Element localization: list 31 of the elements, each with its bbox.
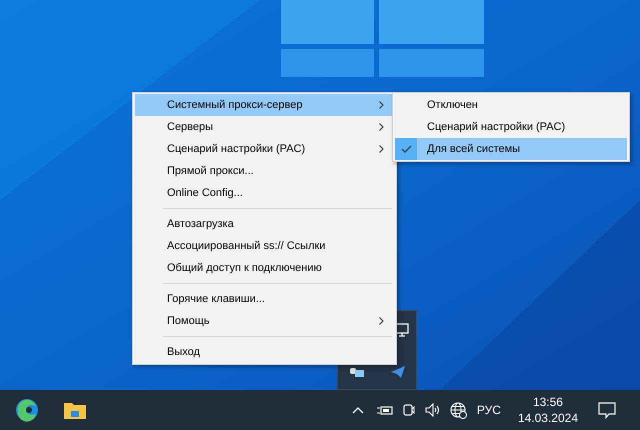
- globe-icon[interactable]: [450, 402, 467, 418]
- clock-time: 13:56: [532, 394, 563, 410]
- webcam-icon[interactable]: [402, 402, 415, 418]
- menu-item[interactable]: Online Config...: [135, 182, 394, 204]
- clock[interactable]: 13:56 14.03.2024: [518, 394, 578, 426]
- menu-item[interactable]: Ассоциированный ss:// Ссылки: [135, 235, 394, 257]
- language-indicator[interactable]: РУС: [476, 401, 501, 419]
- menu-item[interactable]: Отключен: [395, 94, 627, 116]
- notification-icon[interactable]: [598, 402, 616, 418]
- menu-item[interactable]: Общий доступ к подключению: [135, 257, 394, 279]
- menu-item[interactable]: Для всей системы: [395, 138, 627, 160]
- chevron-right-icon: [379, 123, 384, 131]
- menu-item[interactable]: Горячие клавиши...: [135, 288, 394, 310]
- paper-plane-icon[interactable]: [390, 365, 406, 379]
- chevron-up-icon[interactable]: [352, 406, 364, 414]
- folder-icon[interactable]: [63, 400, 87, 420]
- chevron-right-icon: [379, 145, 384, 153]
- menu-item[interactable]: Помощь: [135, 310, 394, 332]
- chevron-right-icon: [379, 101, 384, 109]
- menu-item[interactable]: Серверы: [135, 116, 394, 138]
- menu-item[interactable]: Сценарий настройки (PAC): [395, 116, 627, 138]
- menu-item[interactable]: Системный прокси-сервер: [135, 94, 394, 116]
- clock-date: 14.03.2024: [518, 410, 578, 426]
- menu-item[interactable]: Прямой прокси...: [135, 160, 394, 182]
- battery-icon[interactable]: [376, 404, 394, 416]
- chevron-right-icon: [379, 317, 384, 325]
- menu-item[interactable]: Сценарий настройки (PAC): [135, 138, 394, 160]
- menu-item[interactable]: Выход: [135, 341, 394, 363]
- menu-item[interactable]: Автозагрузка: [135, 213, 394, 235]
- checkmark-icon: [400, 145, 412, 153]
- speaker-icon[interactable]: [424, 403, 442, 417]
